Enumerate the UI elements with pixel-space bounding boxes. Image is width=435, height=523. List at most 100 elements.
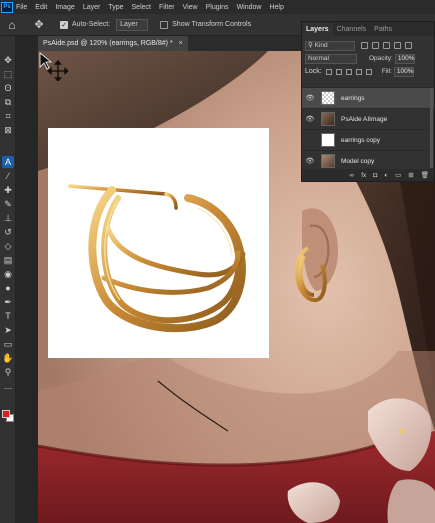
zoom-tool-icon[interactable]: ⚲ bbox=[2, 366, 14, 378]
trash-icon[interactable]: 🗑 bbox=[421, 171, 429, 179]
menu-window[interactable]: Window bbox=[237, 4, 262, 11]
menu-help[interactable]: Help bbox=[269, 4, 283, 11]
layer-name: Model copy bbox=[341, 157, 375, 165]
menu-filter[interactable]: Filter bbox=[159, 4, 175, 11]
lock-all-icon[interactable] bbox=[365, 68, 372, 75]
visibility-eye-icon[interactable]: 👁 bbox=[305, 94, 315, 102]
show-transform-label: Show Transform Controls bbox=[172, 21, 252, 28]
panel-tabs: Layers Channels Paths bbox=[302, 22, 434, 36]
move-tool-preset-icon[interactable]: ✥ bbox=[32, 18, 46, 32]
earring-product-image[interactable] bbox=[48, 128, 269, 358]
photoshop-logo: Ps bbox=[1, 1, 13, 13]
layer-row-earrings[interactable]: 👁 earrings bbox=[302, 87, 434, 108]
opacity-input[interactable]: 100% bbox=[394, 53, 415, 64]
adjustment-filter-icon[interactable] bbox=[372, 42, 379, 49]
stamp-tool-icon[interactable]: ⊥ bbox=[2, 212, 14, 224]
blend-mode-dropdown[interactable]: Normal bbox=[305, 53, 357, 64]
document-tab[interactable]: PsAide.psd @ 120% (earrings, RGB/8#) * × bbox=[38, 36, 188, 51]
pixel-filter-icon[interactable] bbox=[361, 42, 368, 49]
blur-tool-icon[interactable]: ◉ bbox=[2, 268, 14, 280]
visibility-eye-icon[interactable]: 👁 bbox=[305, 157, 315, 165]
menu-image[interactable]: Image bbox=[55, 4, 74, 11]
new-layer-icon[interactable]: ⊞ bbox=[408, 171, 413, 179]
marquee-tool-icon[interactable]: ⬚ bbox=[2, 68, 14, 80]
foreground-color-swatch[interactable] bbox=[2, 410, 10, 418]
dodge-tool-icon[interactable]: ● bbox=[2, 282, 14, 294]
show-transform-checkbox[interactable] bbox=[160, 20, 169, 29]
fill-input[interactable]: 100% bbox=[393, 66, 414, 77]
brush-tool-icon[interactable]: ✎ bbox=[2, 198, 14, 210]
layers-panel: Layers Channels Paths ⚲ Kind Normal Opac… bbox=[301, 21, 435, 182]
path-select-tool-icon[interactable]: ➤ bbox=[2, 324, 14, 336]
layer-thumbnail bbox=[321, 112, 335, 126]
layer-row-psaide-aiimage[interactable]: 👁 PsAide AIImage bbox=[302, 108, 434, 129]
history-brush-icon[interactable]: ↺ bbox=[2, 226, 14, 238]
filter-icons bbox=[361, 42, 412, 49]
lock-pixels-icon[interactable] bbox=[335, 68, 342, 75]
lock-position-icon[interactable] bbox=[345, 68, 352, 75]
shape-tool-icon[interactable]: ▭ bbox=[2, 338, 14, 350]
more-tools-icon[interactable]: … bbox=[2, 380, 14, 392]
eyedropper-tool-icon[interactable]: ⁄ bbox=[2, 170, 14, 182]
shape-filter-icon[interactable] bbox=[394, 42, 401, 49]
layer-filter-dropdown[interactable]: ⚲ Kind bbox=[305, 40, 355, 51]
document-tab-title: PsAide.psd @ 120% (earrings, RGB/8#) * bbox=[43, 40, 173, 47]
filter-row: ⚲ Kind bbox=[302, 39, 434, 52]
blend-row: Normal Opacity: 100% bbox=[302, 52, 434, 65]
tab-layers[interactable]: Layers bbox=[302, 23, 333, 36]
auto-select-label: Auto-Select: bbox=[72, 21, 111, 28]
close-tab-icon[interactable]: × bbox=[179, 40, 183, 47]
layer-thumbnail bbox=[321, 133, 335, 147]
lasso-tool-icon[interactable]: ʘ bbox=[2, 82, 14, 94]
layers-panel-footer: ∞ fx ◘ ◐ ▭ ⊞ 🗑 bbox=[302, 169, 434, 181]
layer-filter-label: Kind bbox=[314, 41, 328, 49]
fill-label: Fill: bbox=[381, 68, 392, 75]
menu-file[interactable]: File bbox=[16, 4, 27, 11]
tab-paths[interactable]: Paths bbox=[370, 23, 396, 36]
link-icon[interactable]: ∞ bbox=[350, 172, 355, 179]
menu-select[interactable]: Select bbox=[132, 4, 151, 11]
layer-name: PsAide AIImage bbox=[341, 115, 388, 123]
menu-plugins[interactable]: Plugins bbox=[206, 4, 229, 11]
menu-type[interactable]: Type bbox=[108, 4, 123, 11]
gradient-tool-icon[interactable]: ▤ bbox=[2, 254, 14, 266]
menu-layer[interactable]: Layer bbox=[83, 4, 101, 11]
layer-row-model-copy[interactable]: 👁 Model copy bbox=[302, 150, 434, 171]
ai-tool-icon[interactable]: A bbox=[2, 156, 14, 168]
layer-thumbnail bbox=[321, 154, 335, 168]
type-tool-icon[interactable]: T bbox=[2, 310, 14, 322]
auto-select-checkbox[interactable]: ✓ bbox=[60, 20, 68, 29]
move-cursor-icon bbox=[39, 52, 68, 81]
lock-label: Lock: bbox=[305, 68, 322, 75]
crop-tool-icon[interactable]: ⌗ bbox=[2, 110, 14, 122]
menu-view[interactable]: View bbox=[183, 4, 198, 11]
layers-scrollbar[interactable] bbox=[430, 88, 433, 168]
move-tool-icon[interactable]: ✥ bbox=[2, 54, 14, 66]
home-icon[interactable]: ⌂ bbox=[4, 17, 20, 33]
menu-edit[interactable]: Edit bbox=[35, 4, 47, 11]
opacity-label: Opacity: bbox=[369, 55, 393, 62]
smart-object-filter-icon[interactable] bbox=[405, 42, 412, 49]
visibility-eye-icon[interactable]: 👁 bbox=[305, 115, 315, 123]
tools-panel: ✥ ⬚ ʘ ⧉ ⌗ ⊠ A ⁄ ✚ ✎ ⊥ ↺ ◇ ▤ ◉ ● ✒ T ➤ ▭ ✋ ⚲ … bbox=[0, 36, 16, 523]
pen-tool-icon[interactable]: ✒ bbox=[2, 296, 14, 308]
lock-transparent-icon[interactable] bbox=[325, 68, 332, 75]
fx-icon[interactable]: fx bbox=[361, 172, 366, 179]
auto-select-dropdown[interactable]: Layer bbox=[116, 18, 149, 31]
type-filter-icon[interactable] bbox=[383, 42, 390, 49]
object-select-tool-icon[interactable]: ⧉ bbox=[2, 96, 14, 108]
hand-tool-icon[interactable]: ✋ bbox=[2, 352, 14, 364]
layer-row-earrings-copy[interactable]: earrings copy bbox=[302, 129, 434, 150]
group-icon[interactable]: ▭ bbox=[395, 171, 401, 179]
tab-channels[interactable]: Channels bbox=[333, 23, 371, 36]
adjustment-icon[interactable]: ◐ bbox=[384, 172, 388, 179]
lock-artboard-icon[interactable] bbox=[355, 68, 362, 75]
eraser-tool-icon[interactable]: ◇ bbox=[2, 240, 14, 252]
layer-name: earrings copy bbox=[341, 136, 381, 144]
lock-row: Lock: Fill: 100% bbox=[302, 65, 434, 78]
workspace-gutter bbox=[16, 36, 38, 523]
healing-tool-icon[interactable]: ✚ bbox=[2, 184, 14, 196]
frame-tool-icon[interactable]: ⊠ bbox=[2, 124, 14, 136]
mask-icon[interactable]: ◘ bbox=[373, 172, 377, 179]
lock-icons bbox=[325, 68, 372, 75]
